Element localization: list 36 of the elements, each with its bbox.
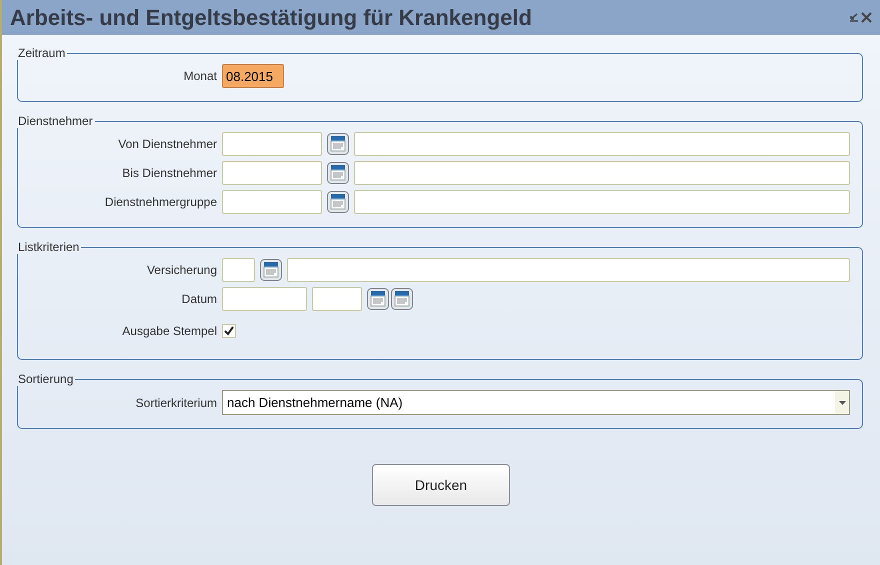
input-field[interactable]	[222, 258, 255, 282]
calendar-button[interactable]	[327, 162, 349, 184]
window-title: Arbeits- und Entgeltsbestätigung für Krankengeld	[10, 4, 533, 30]
input-field[interactable]	[222, 161, 322, 185]
calendar-button[interactable]	[260, 259, 282, 281]
section-title: Dienstnehmer	[17, 114, 94, 128]
input-field[interactable]	[354, 132, 850, 156]
field-label: Dienstnehmergruppe	[104, 195, 217, 209]
input-field[interactable]	[287, 258, 850, 282]
field-label: Sortierkriterium	[134, 396, 217, 410]
field-label: Bis Dienstnehmer	[121, 166, 217, 180]
field-label: Von Dienstnehmer	[117, 137, 217, 151]
print-button[interactable]: Drucken	[372, 464, 510, 506]
field-label: Monat	[182, 69, 217, 83]
input-field[interactable]	[222, 132, 322, 156]
input-field[interactable]	[354, 161, 850, 185]
input-field[interactable]: 08.2015	[222, 64, 284, 88]
field-label: Versicherung	[146, 263, 217, 277]
dropdown[interactable]: nach Dienstnehmername (NA)	[222, 390, 850, 415]
close-icon[interactable]	[861, 12, 872, 23]
calendar-button[interactable]	[391, 288, 413, 310]
field-label: Datum	[180, 292, 217, 306]
field-label: Ausgabe Stempel	[121, 324, 217, 338]
section-title: Sortierung	[17, 372, 74, 386]
input-field[interactable]	[312, 287, 362, 311]
caret-icon	[838, 400, 846, 404]
calendar-button[interactable]	[327, 133, 349, 155]
section-title: Zeitraum	[17, 46, 66, 60]
input-field[interactable]	[222, 287, 307, 311]
input-field[interactable]	[354, 190, 850, 214]
input-field[interactable]	[222, 190, 322, 214]
checkbox[interactable]	[222, 324, 236, 338]
calendar-button[interactable]	[367, 288, 389, 310]
section-title: Listkriterien	[17, 240, 80, 254]
minimize-icon[interactable]	[848, 12, 859, 23]
calendar-button[interactable]	[327, 191, 349, 213]
